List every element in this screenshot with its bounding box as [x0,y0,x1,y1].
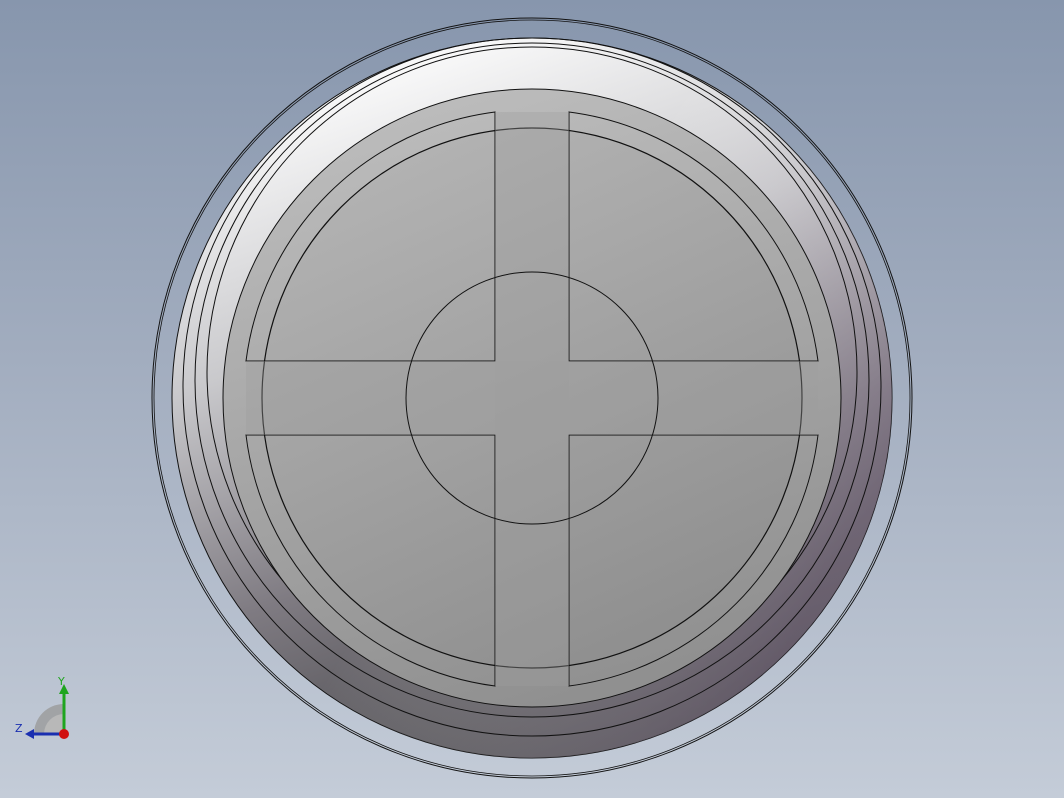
axis-triad: Y Z [10,676,74,746]
horizontal-rib [246,361,818,435]
part-model[interactable] [0,0,1064,798]
y-axis-label: Y [58,675,65,688]
graphics-viewport[interactable]: Y Z [0,0,1064,798]
z-axis-label: Z [15,722,23,735]
